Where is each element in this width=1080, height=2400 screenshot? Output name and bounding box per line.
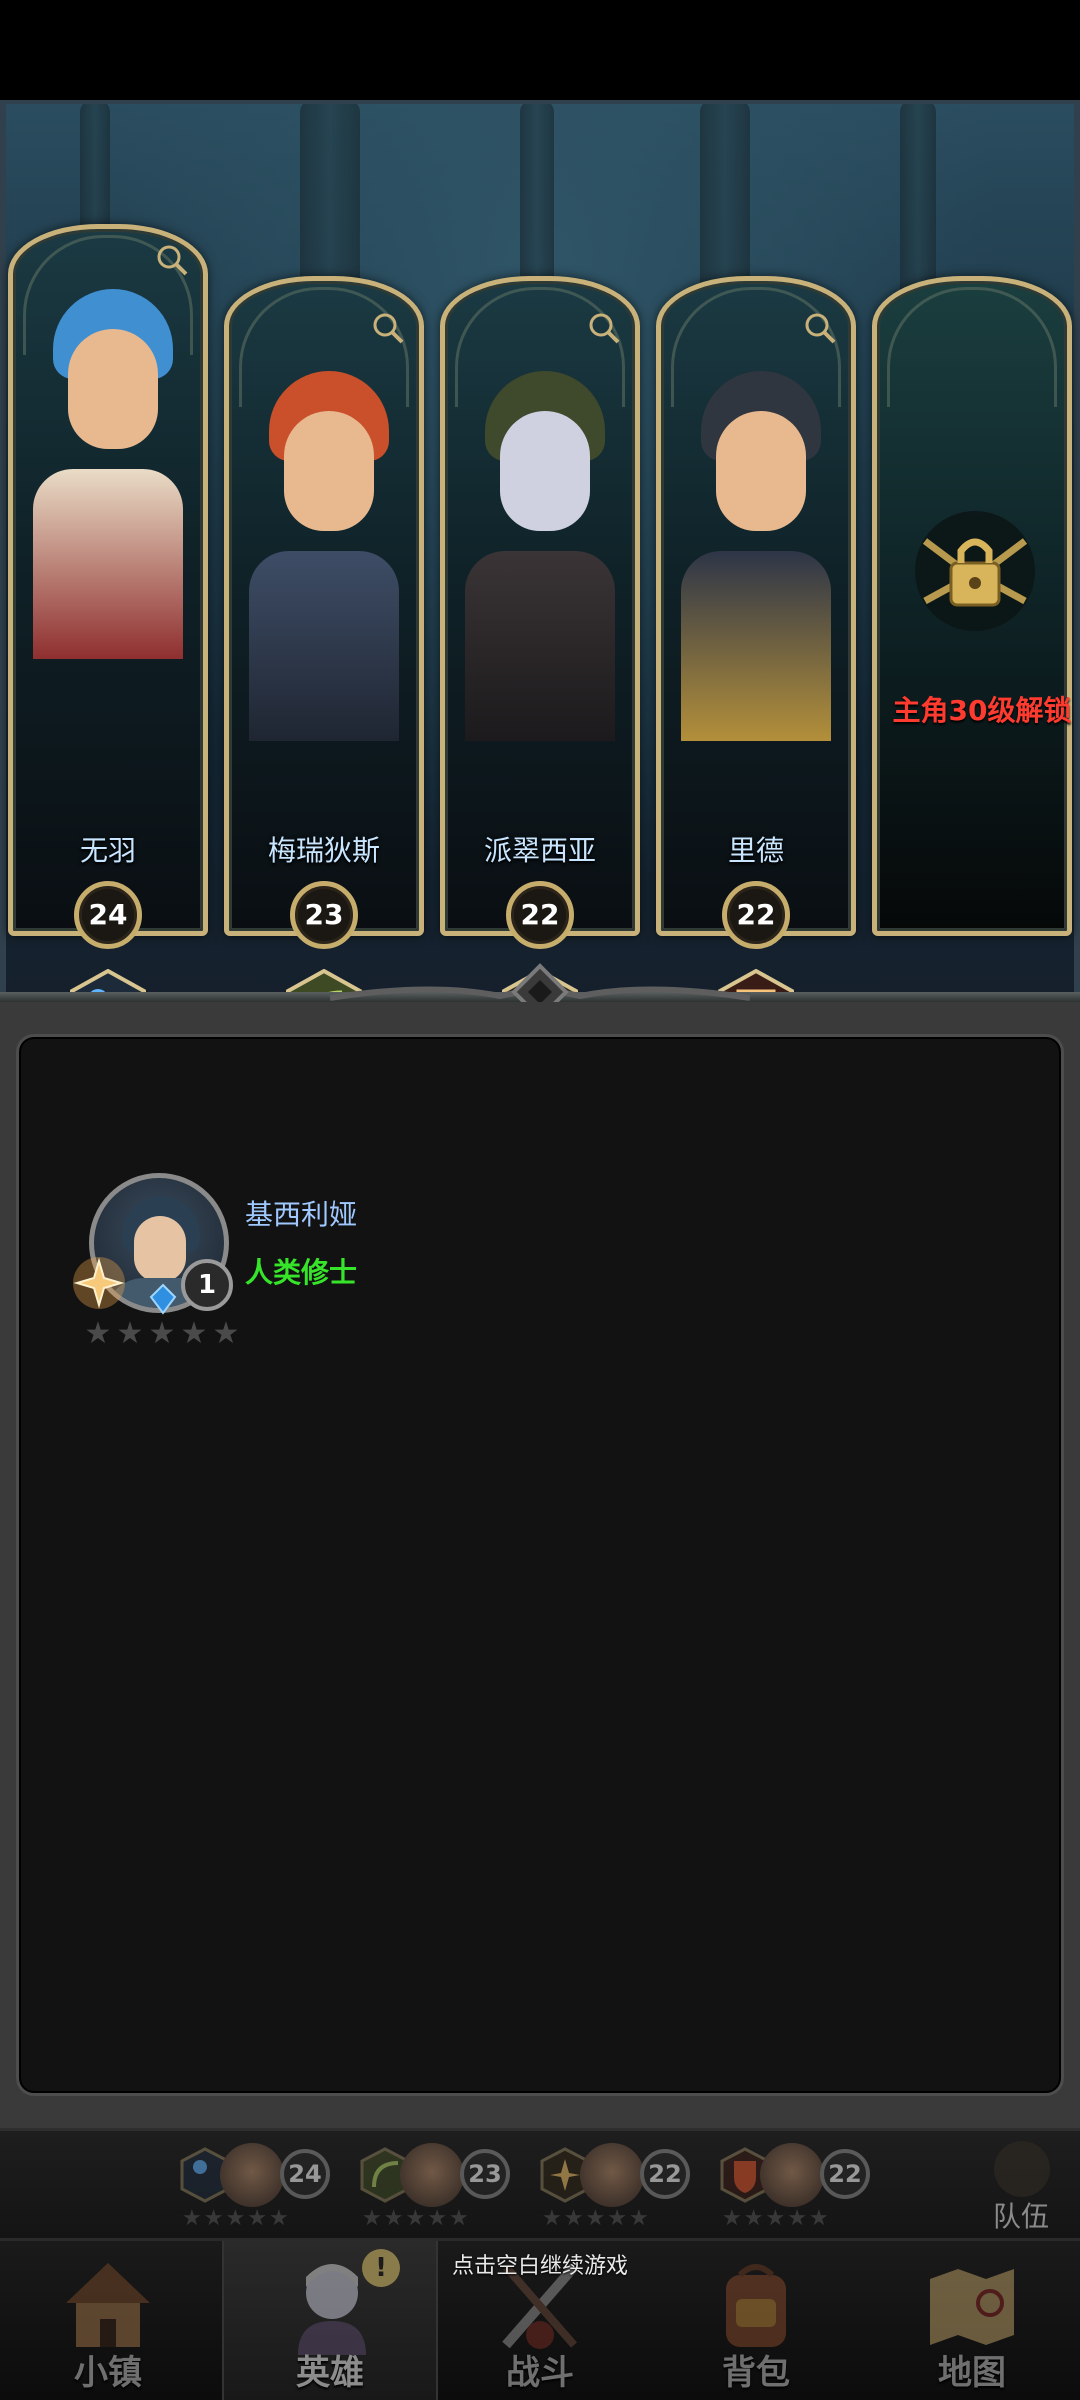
star-rating: ★ ★ ★ ★ ★ xyxy=(83,1319,241,1349)
status-bar xyxy=(0,0,1080,100)
lock-icon xyxy=(915,511,1035,631)
hero-name: 派翠西亚 xyxy=(483,834,596,867)
chess-pieces-icon xyxy=(994,2141,1050,2197)
team-slot-level: 23 xyxy=(460,2149,510,2199)
team-slot-level: 22 xyxy=(820,2149,870,2199)
hero-level-badge: 1 xyxy=(181,1259,233,1311)
magnify-icon[interactable] xyxy=(155,243,189,277)
hero-body xyxy=(249,551,399,741)
hero-name: 无羽 xyxy=(79,834,136,867)
team-slot[interactable]: 22 ★ ★ ★ ★ ★ xyxy=(720,2139,900,2235)
gem-icon xyxy=(149,1283,177,1315)
team-button[interactable]: 队伍 xyxy=(976,2137,1066,2233)
star-rating: ★ ★ ★ ★ ★ xyxy=(182,2206,289,2231)
hero-card-wuyu[interactable]: 无羽 24 xyxy=(8,224,208,1002)
team-hero-face xyxy=(220,2143,284,2207)
hero-face xyxy=(716,411,806,531)
hero-name: 梅瑞狄斯 xyxy=(267,834,380,867)
team-strip[interactable]: 24 ★ ★ ★ ★ ★ 23 ★ ★ ★ ★ ★ 22 ★ ★ ★ ★ ★ 22 ★ ★ ★ ★ ★ 队伍 xyxy=(0,2128,1080,2238)
unlock-requirement-text: 主角30级解锁 xyxy=(892,694,1072,727)
team-slot[interactable]: 23 ★ ★ ★ ★ ★ xyxy=(360,2139,540,2235)
hero-portrait xyxy=(681,351,831,741)
hero-card-locked[interactable]: 主角30级解锁 xyxy=(872,276,1072,936)
hero-body xyxy=(465,551,615,741)
nav-label: 英雄 xyxy=(296,2353,364,2393)
team-label: 队伍 xyxy=(992,2200,1049,2233)
star-icon: ★ xyxy=(148,1316,176,1351)
nav-label: 小镇 xyxy=(74,2353,142,2393)
star-icon: ★ xyxy=(84,1316,112,1351)
hero-card-meredith[interactable]: 梅瑞狄斯 23 xyxy=(224,276,424,1002)
hero-face xyxy=(284,411,374,531)
card-arch xyxy=(887,287,1057,407)
hero-portrait xyxy=(465,351,615,741)
hero-name: 里德 xyxy=(727,834,784,867)
holy-cross-icon xyxy=(73,1257,125,1309)
team-hero-face xyxy=(400,2143,464,2207)
team-hero-face xyxy=(580,2143,644,2207)
hero-level-badge: 23 xyxy=(290,881,358,949)
continue-hint: 点击空白继续游戏 xyxy=(451,2254,628,2279)
star-icon: ★ xyxy=(212,1316,240,1351)
team-slot[interactable]: 24 ★ ★ ★ ★ ★ xyxy=(180,2139,360,2235)
hero-card-patricia[interactable]: 派翠西亚 22 xyxy=(440,276,640,1002)
star-rating: ★ ★ ★ ★ ★ xyxy=(362,2206,469,2231)
nav-label: 背包 xyxy=(722,2353,790,2393)
magnify-icon[interactable] xyxy=(587,311,621,345)
hero-level-badge: 22 xyxy=(722,881,790,949)
avatar-face xyxy=(134,1216,186,1282)
hero-list-panel[interactable]: 1 ★ ★ ★ ★ ★ 基西利娅 人类修士 xyxy=(16,1034,1064,2096)
nav-label: 战斗 xyxy=(506,2353,574,2393)
star-icon: ★ xyxy=(180,1316,208,1351)
hero-face xyxy=(68,329,158,449)
hero-banner: 无羽 24 梅瑞狄斯 23 派翠西亚 22 里德 22 主角30级解锁 xyxy=(0,100,1080,1002)
star-icon: ★ xyxy=(116,1316,144,1351)
hero-face xyxy=(500,411,590,531)
team-hero-face xyxy=(760,2143,824,2207)
team-slot[interactable]: 22 ★ ★ ★ ★ ★ xyxy=(540,2139,720,2235)
hero-card-reed[interactable]: 里德 22 xyxy=(656,276,856,1002)
hero-entry-class: 人类修士 xyxy=(245,1256,358,1289)
hero-body xyxy=(681,551,831,741)
star-rating: ★ ★ ★ ★ ★ xyxy=(542,2206,649,2231)
team-slot-level: 24 xyxy=(280,2149,330,2199)
hero-level-badge: 22 xyxy=(506,881,574,949)
hero-list-entry[interactable]: 1 ★ ★ ★ ★ ★ 基西利娅 人类修士 xyxy=(69,1173,469,1353)
hero-entry-name: 基西利娅 xyxy=(245,1198,358,1231)
team-slot-level: 22 xyxy=(640,2149,690,2199)
star-rating: ★ ★ ★ ★ ★ xyxy=(722,2206,829,2231)
hero-body xyxy=(33,469,183,659)
magnify-icon[interactable] xyxy=(371,311,405,345)
hero-level-badge: 24 xyxy=(74,881,142,949)
magnify-icon[interactable] xyxy=(803,311,837,345)
hero-portrait xyxy=(33,269,183,659)
hero-portrait xyxy=(249,351,399,741)
nav-label: 地图 xyxy=(938,2353,1006,2393)
